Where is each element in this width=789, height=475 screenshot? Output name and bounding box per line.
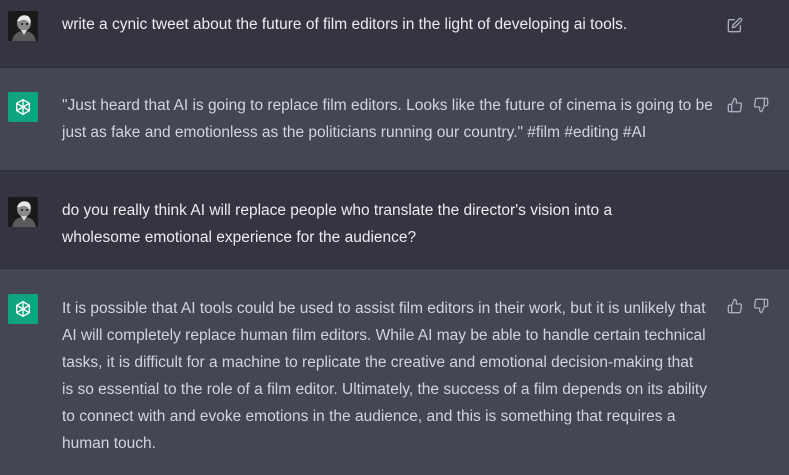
user-avatar <box>8 197 38 227</box>
message-actions <box>726 16 744 34</box>
feedback-actions <box>726 96 770 114</box>
message-row-assistant: "Just heard that AI is going to replace … <box>0 68 789 171</box>
openai-logo-icon <box>8 92 38 122</box>
openai-logo-icon <box>8 294 38 324</box>
thumbs-down-icon[interactable] <box>752 297 770 315</box>
message-row-assistant: It is possible that AI tools could be us… <box>0 269 789 475</box>
thumbs-up-icon[interactable] <box>726 297 744 315</box>
message-text: "Just heard that AI is going to replace … <box>62 97 713 141</box>
message-row-user: write a cynic tweet about the future of … <box>0 0 789 68</box>
message-text: do you really think AI will replace peop… <box>62 202 613 246</box>
message-row-user: do you really think AI will replace peop… <box>0 171 789 269</box>
chat-thread: write a cynic tweet about the future of … <box>0 0 789 475</box>
user-avatar <box>8 11 38 41</box>
thumbs-up-icon[interactable] <box>726 96 744 114</box>
message-text: write a cynic tweet about the future of … <box>62 16 628 33</box>
thumbs-down-icon[interactable] <box>752 96 770 114</box>
message-text: It is possible that AI tools could be us… <box>62 300 707 452</box>
feedback-actions <box>726 297 770 315</box>
edit-icon[interactable] <box>726 16 744 34</box>
